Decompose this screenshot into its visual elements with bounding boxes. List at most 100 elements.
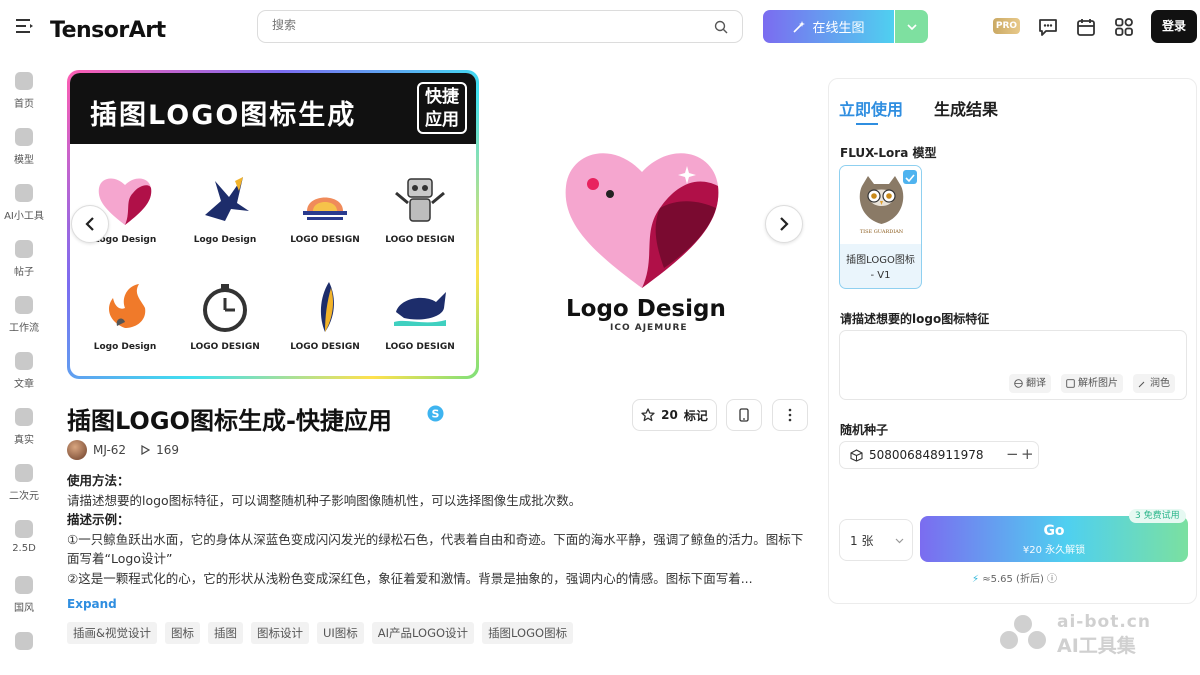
logo-sample-sunset: LOGO DESIGN <box>280 171 370 271</box>
sunset-art-icon <box>303 197 347 220</box>
prompt-input[interactable]: 翻译 解析图片 润色 <box>839 330 1187 400</box>
parse-image-button[interactable]: 解析图片 <box>1061 374 1123 393</box>
tag[interactable]: 插图 <box>207 622 243 644</box>
price-info: ⚡ ≈5.65 (折后) ⓘ <box>972 574 1058 585</box>
search-input[interactable] <box>272 18 692 32</box>
batch-count-select[interactable]: 1 张 <box>839 519 913 561</box>
menu-icon[interactable] <box>14 17 34 35</box>
bookmark-count: 20 <box>661 408 678 422</box>
translate-button[interactable]: 翻译 <box>1009 374 1051 393</box>
model-label: FLUX-Lora 模型 <box>840 146 937 160</box>
play-count: 169 <box>156 443 179 457</box>
calendar-icon[interactable] <box>1075 16 1097 38</box>
tag[interactable]: UI图标 <box>316 622 364 644</box>
sidebar-item-label: 帖子 <box>14 267 34 278</box>
generate-label: 在线生图 <box>812 21 865 36</box>
seed-label: 随机种子 <box>840 423 889 437</box>
tab-results[interactable]: 生成结果 <box>934 96 998 120</box>
preview-heart-image[interactable] <box>560 142 725 292</box>
gamepad-icon <box>15 632 33 650</box>
bookmark-button[interactable]: 20 标记 <box>632 399 717 431</box>
page-title: 插图LOGO图标生成-快捷应用 <box>67 407 392 435</box>
sidebar-item-guofeng[interactable]: 国风 <box>0 576 48 614</box>
banner-title: 插图LOGO图标生成 <box>90 100 357 131</box>
lightning-icon: ⚡ <box>972 574 980 585</box>
watermark-brand: AI工具集 <box>1057 635 1136 657</box>
sidebar-item-models[interactable]: 模型 <box>0 128 48 166</box>
mobile-view-button[interactable] <box>726 399 762 431</box>
sidebar-item-label: 文章 <box>14 379 34 390</box>
chat-icon[interactable] <box>1037 16 1059 38</box>
search-icon[interactable] <box>714 20 728 34</box>
sidebar-item-realistic[interactable]: 真实 <box>0 408 48 446</box>
tag[interactable]: 插图LOGO图标 <box>482 622 574 644</box>
seed-increment-button[interactable]: + <box>1021 445 1034 463</box>
whale-art-icon <box>394 292 446 326</box>
expand-link[interactable]: Expand <box>67 597 117 611</box>
svg-text:S: S <box>432 408 440 421</box>
magic-wand-icon <box>1138 381 1145 388</box>
model-card[interactable]: TISE GUARDIAN 插图LOGO图标 - V1 <box>839 165 922 289</box>
bookmark-label: 标记 <box>683 408 708 423</box>
phone-icon <box>739 408 749 422</box>
polish-button[interactable]: 润色 <box>1133 374 1175 393</box>
apps-grid-icon[interactable] <box>1113 16 1135 38</box>
verified-badge-icon: S <box>427 405 444 422</box>
login-button[interactable]: 登录 <box>1151 10 1197 43</box>
generate-button[interactable]: 在线生图 <box>763 10 894 43</box>
sidebar-item-2-5d[interactable]: 2.5D <box>0 520 48 554</box>
tag[interactable]: 插画&视觉设计 <box>67 622 157 644</box>
tag[interactable]: 图标 <box>164 622 200 644</box>
image-icon <box>1066 379 1075 388</box>
seed-value[interactable]: 508006848911978 <box>869 448 984 462</box>
example-heading: 描述示例： <box>67 512 130 527</box>
logo-sample-feather: LOGO DESIGN <box>280 278 370 376</box>
robot-art-icon <box>395 178 445 222</box>
sidebar-item-home[interactable]: 首页 <box>0 72 48 110</box>
tag[interactable]: 图标设计 <box>250 622 309 644</box>
article-icon <box>15 352 33 370</box>
stopwatch-art-icon <box>203 284 247 332</box>
carousel-prev-button[interactable] <box>71 205 109 243</box>
magic-wand-icon <box>793 20 806 33</box>
search-bar[interactable] <box>257 10 743 43</box>
sidebar-item-articles[interactable]: 文章 <box>0 352 48 390</box>
app-logo[interactable]: TensorArt <box>50 18 166 43</box>
saturn-icon <box>15 520 33 538</box>
banner-tag: 快捷 应用 <box>417 82 467 134</box>
avatar[interactable] <box>67 440 87 460</box>
sidebar-item-label: 2.5D <box>12 543 36 554</box>
pro-badge[interactable]: PRO <box>993 18 1020 34</box>
tab-use-now[interactable]: 立即使用 <box>839 96 903 120</box>
sidebar-item-posts[interactable]: 帖子 <box>0 240 48 278</box>
author-info: MJ-62 169 <box>67 440 179 460</box>
sidebar-item-label: 模型 <box>14 155 34 166</box>
help-icon[interactable]: ⓘ <box>1047 574 1057 585</box>
more-vertical-icon <box>788 408 792 422</box>
sidebar-item-anime[interactable]: 二次元 <box>0 464 48 502</box>
sidebar-item-label: 首页 <box>14 99 34 110</box>
seed-input[interactable]: 508006848911978 − + <box>839 441 1039 469</box>
sidebar-item-games[interactable] <box>0 632 48 650</box>
sidebar-item-workflow[interactable]: 工作流 <box>0 296 48 334</box>
tag-list: 插画&视觉设计 图标 插图 图标设计 UI图标 AI产品LOGO设计 插图LOG… <box>67 622 574 644</box>
generate-dropdown[interactable] <box>895 10 928 43</box>
cover-image[interactable]: 插图LOGO图标生成 快捷 应用 Logo Design Logo Design … <box>67 70 479 379</box>
svg-text:TISE GUARDIAN: TISE GUARDIAN <box>860 229 904 235</box>
camera-icon <box>15 408 33 426</box>
active-tab-indicator <box>856 123 878 125</box>
sidebar-item-ai-tools[interactable]: AI小工具 <box>0 184 48 222</box>
tag[interactable]: AI产品LOGO设计 <box>371 622 475 644</box>
seed-decrement-button[interactable]: − <box>1006 445 1019 463</box>
batch-count-value: 1 张 <box>850 533 874 548</box>
author-name[interactable]: MJ-62 <box>93 443 126 457</box>
carousel-next-button[interactable] <box>765 205 803 243</box>
more-options-button[interactable] <box>772 399 808 431</box>
chevron-left-icon <box>85 217 94 231</box>
dice-icon[interactable] <box>850 448 863 462</box>
sidebar-item-label: 二次元 <box>9 491 39 502</box>
logo-sample-phoenix: Logo Design <box>80 278 170 376</box>
workflow-icon <box>15 296 33 314</box>
logo-sample-whale: LOGO DESIGN <box>375 278 465 376</box>
selected-checkbox-icon[interactable] <box>903 170 917 184</box>
